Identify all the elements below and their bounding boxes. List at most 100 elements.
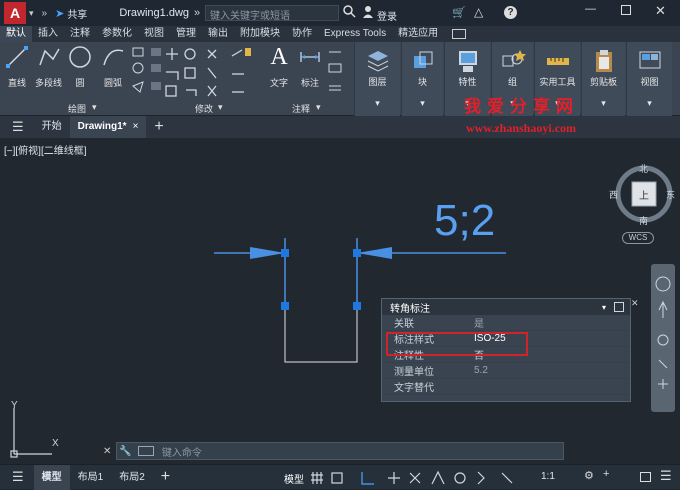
- circle-button[interactable]: 圆: [67, 44, 93, 89]
- help-icon[interactable]: ?: [504, 6, 517, 19]
- viewcube-north[interactable]: 北: [639, 162, 648, 175]
- text-icon: A: [270, 43, 288, 70]
- tab-express-tools[interactable]: Express Tools: [318, 26, 392, 42]
- dimension-button[interactable]: 标注: [297, 44, 323, 89]
- ucs-y-label: Y: [11, 400, 18, 411]
- annotation-panel-label[interactable]: 注释: [292, 102, 310, 115]
- watermark-url: www.zhanshaoyi.com: [466, 121, 577, 135]
- annotation-small-tools[interactable]: [327, 46, 347, 98]
- close-icon[interactable]: ×: [133, 121, 139, 132]
- share-icon[interactable]: ➤: [55, 7, 64, 20]
- tab-layout1[interactable]: 布局1: [70, 465, 112, 490]
- minimize-icon[interactable]: —: [585, 3, 596, 15]
- chevron-down-icon[interactable]: ▾: [218, 102, 223, 113]
- command-history-icon[interactable]: [137, 446, 154, 456]
- view-button[interactable]: 视图 ▾: [626, 42, 672, 116]
- properties-menu-icon[interactable]: [614, 302, 624, 312]
- model-space-button[interactable]: 模型: [284, 471, 304, 486]
- chevron-down-icon[interactable]: ▾: [316, 102, 321, 113]
- maximize-icon[interactable]: [621, 5, 631, 15]
- modify-tools[interactable]: [162, 46, 258, 100]
- login-button[interactable]: 登录: [377, 8, 397, 23]
- fullscreen-icon[interactable]: [640, 472, 651, 482]
- customize-icon[interactable]: ☰: [660, 468, 672, 484]
- viewcube-south[interactable]: 南: [639, 214, 648, 227]
- add-tab-icon[interactable]: +: [154, 118, 163, 136]
- tab-parametric[interactable]: 参数化: [96, 26, 138, 42]
- annotation-scale[interactable]: 1:1: [541, 471, 555, 482]
- close-icon[interactable]: ✕: [103, 446, 111, 457]
- plus-icon[interactable]: +: [603, 468, 609, 480]
- tab-drawing1-label: Drawing1*: [77, 121, 127, 132]
- chevron-down-icon[interactable]: ▾: [602, 303, 606, 312]
- tab-featured-apps[interactable]: 精选应用: [392, 26, 444, 42]
- ucs-x-label: X: [52, 438, 59, 449]
- tab-layout2[interactable]: 布局2: [111, 465, 153, 490]
- arc-icon: [100, 44, 126, 70]
- line-button[interactable]: 直线: [4, 44, 30, 89]
- dimension-text: 5;2: [434, 196, 496, 245]
- modify-panel-label[interactable]: 修改: [195, 102, 213, 115]
- dimension-label: 标注: [300, 78, 319, 88]
- tab-default[interactable]: 默认: [0, 26, 32, 42]
- search-input[interactable]: 键入关键字或短语: [205, 5, 339, 22]
- arc-label: 圆弧: [103, 78, 122, 88]
- tab-drawing1[interactable]: Drawing1* ×: [69, 116, 147, 138]
- title-bar: A ▾ » ➤ 共享 Drawing1.dwg » 键入关键字或短语 登录 🛒 …: [0, 0, 680, 26]
- line-label: 直线: [7, 78, 26, 88]
- tab-start[interactable]: 开始: [34, 116, 70, 138]
- viewcube-east[interactable]: 东: [666, 188, 675, 201]
- command-input[interactable]: 键入命令: [162, 444, 202, 459]
- group-icon: [499, 47, 527, 75]
- property-row[interactable]: 关联 是: [382, 315, 630, 331]
- property-key: 测量单位: [394, 367, 434, 378]
- polyline-button[interactable]: 多段线: [35, 44, 62, 89]
- viewcube[interactable]: 北 南 东 西 上: [609, 162, 676, 227]
- close-icon[interactable]: ✕: [655, 3, 666, 19]
- share-button[interactable]: 共享: [67, 6, 87, 21]
- properties-type-label: 转角标注: [390, 303, 430, 315]
- properties-type-dropdown[interactable]: 转角标注 ▾: [382, 299, 630, 315]
- app-menu-button[interactable]: A: [4, 2, 26, 24]
- menu-icon[interactable]: ☰: [12, 469, 24, 485]
- gear-icon[interactable]: ⚙: [584, 469, 594, 482]
- tab-addins[interactable]: 附加模块: [234, 26, 286, 42]
- viewcube-top-face[interactable]: 上: [639, 187, 649, 202]
- close-icon[interactable]: ✕: [631, 298, 639, 309]
- property-row[interactable]: 文字替代: [382, 379, 630, 395]
- cart-icon[interactable]: 🛒: [452, 6, 466, 19]
- navigation-bar[interactable]: [651, 264, 675, 412]
- menu-icon[interactable]: ☰: [12, 119, 24, 135]
- tab-insert[interactable]: 插入: [32, 26, 64, 42]
- add-layout-icon[interactable]: +: [161, 468, 170, 486]
- layer-button[interactable]: 图层 ▾: [354, 42, 400, 116]
- search-icon[interactable]: [343, 5, 356, 21]
- text-button[interactable]: A 文字: [266, 44, 292, 89]
- tab-view[interactable]: 视图: [138, 26, 170, 42]
- block-button[interactable]: 块 ▾: [401, 42, 443, 116]
- chevron-down-icon[interactable]: ▾: [29, 8, 34, 19]
- tab-manage[interactable]: 管理: [170, 26, 202, 42]
- status-toggles[interactable]: [310, 469, 560, 487]
- tab-annotate[interactable]: 注释: [64, 26, 96, 42]
- layer-label: 图层: [368, 77, 387, 87]
- tab-model[interactable]: 模型: [33, 464, 70, 490]
- expand-icon[interactable]: »: [194, 7, 200, 19]
- clipboard-button[interactable]: 剪贴板 ▾: [581, 42, 625, 116]
- draw-panel-label[interactable]: 绘图: [68, 102, 86, 115]
- wrench-icon[interactable]: 🔧: [119, 446, 131, 457]
- autodesk-icon[interactable]: △: [474, 5, 483, 19]
- drawing-canvas[interactable]: 我爱分享网 www.zhanshaoyi.com [−][俯视][二维线框] 5…: [0, 97, 680, 464]
- arc-button[interactable]: 圆弧: [100, 44, 126, 89]
- chevron-down-icon[interactable]: ▾: [92, 102, 97, 113]
- ribbon-toggle-icon[interactable]: [452, 29, 467, 39]
- tab-collaborate[interactable]: 协作: [286, 26, 318, 42]
- command-line[interactable]: ✕ 🔧 键入命令: [103, 442, 564, 460]
- properties-label: 特性: [458, 77, 477, 87]
- wcs-menu[interactable]: WCS: [622, 232, 654, 244]
- property-row[interactable]: 测量单位 5.2: [382, 363, 630, 379]
- tab-output[interactable]: 输出: [202, 26, 234, 42]
- user-icon[interactable]: [362, 5, 374, 22]
- viewcube-west[interactable]: 西: [609, 188, 618, 201]
- expand-icon[interactable]: »: [42, 8, 48, 19]
